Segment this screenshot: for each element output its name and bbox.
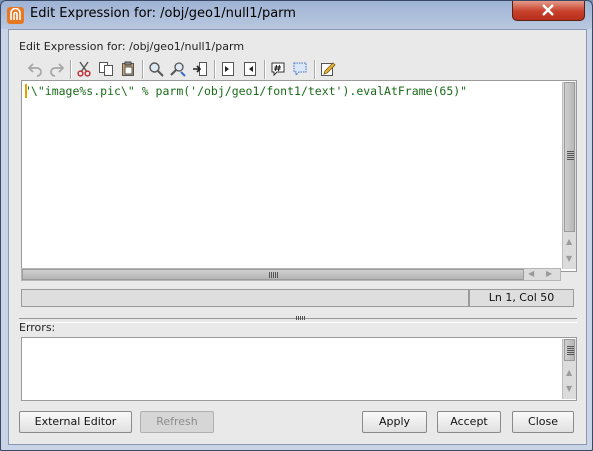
scroll-left-arrow-icon[interactable]: ◀ [528,269,534,278]
scroll-up-arrow-icon[interactable]: ▲ [566,237,572,246]
scroll-right-arrow-icon[interactable]: ▶ [546,269,552,278]
cursor-position-status: Ln 1, Col 50 [469,289,574,307]
redo-icon[interactable] [47,59,67,79]
find-replace-icon[interactable] [168,59,188,79]
comment-icon[interactable] [268,59,288,79]
editor-vertical-scrollbar[interactable]: ▲ ▼ [562,82,576,269]
text-caret [25,84,27,98]
indent-icon[interactable] [218,59,238,79]
pane-splitter[interactable] [19,316,577,323]
cut-icon[interactable] [74,59,94,79]
errors-output: ▲ ▼ [21,337,577,401]
errors-scroll-down-arrow-icon[interactable]: ▼ [566,384,572,393]
editor-horizontal-scroll-thumb[interactable] [22,269,524,280]
dialog-body: Edit Expression for: /obj/geo1/null1/par… [8,29,587,445]
edit-icon[interactable] [318,59,338,79]
toolbar-separator [314,60,316,79]
status-message-field [21,289,469,307]
errors-label: Errors: [19,321,56,334]
accept-button[interactable]: Accept [437,411,501,433]
expression-editor[interactable]: "\"image%s.pic\" % parm('/obj/geo1/font1… [21,80,577,272]
title-bar[interactable]: Edit Expression for: /obj/geo1/null1/par… [1,1,592,29]
uncomment-icon[interactable] [290,59,310,79]
editor-horizontal-scrollbar[interactable] [21,268,561,281]
external-editor-button[interactable]: External Editor [19,411,132,433]
undo-icon[interactable] [25,59,45,79]
expression-text[interactable]: "\"image%s.pic\" % parm('/obj/geo1/font1… [24,84,467,98]
paste-icon[interactable] [118,59,138,79]
toolbar-separator [142,60,144,79]
close-button[interactable]: Close [512,411,574,433]
toolbar-separator [214,60,216,79]
toolbar-separator [70,60,72,79]
errors-vertical-scroll-thumb[interactable] [564,339,575,361]
find-icon[interactable] [146,59,166,79]
unindent-icon[interactable] [240,59,260,79]
dialog-window: Edit Expression for: /obj/geo1/null1/par… [0,0,593,451]
errors-scroll-up-arrow-icon[interactable]: ▲ [566,368,572,377]
window-title: Edit Expression for: /obj/geo1/null1/par… [30,6,296,21]
window-close-button[interactable] [512,1,585,21]
expression-prompt-label: Edit Expression for: /obj/geo1/null1/par… [19,40,245,53]
errors-vertical-scrollbar[interactable]: ▲ ▼ [562,339,576,399]
apply-button[interactable]: Apply [362,411,427,433]
goto-line-icon[interactable] [190,59,210,79]
refresh-button[interactable]: Refresh [140,411,214,433]
copy-icon[interactable] [96,59,116,79]
editor-vertical-scroll-thumb[interactable] [564,82,575,232]
houdini-app-icon [7,7,24,24]
toolbar-separator [264,60,266,79]
scroll-down-arrow-icon[interactable]: ▼ [566,254,572,263]
